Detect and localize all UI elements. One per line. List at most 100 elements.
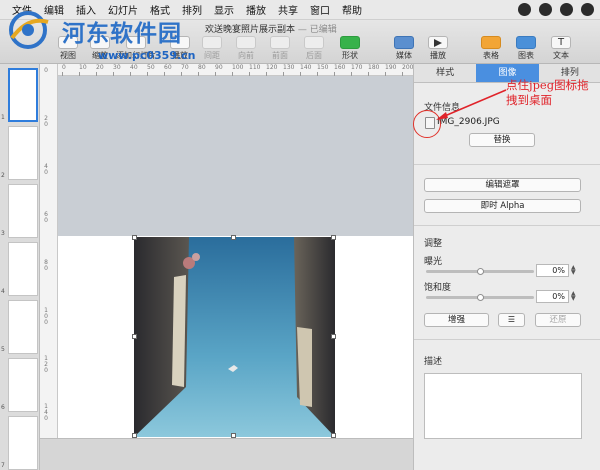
- back-button[interactable]: 后面: [294, 36, 334, 61]
- text-label: 文本: [553, 51, 569, 60]
- text-icon: T: [551, 36, 571, 49]
- ruler-tick-label: 0: [44, 67, 48, 74]
- ruler-tick-label: 140: [300, 64, 312, 76]
- back-icon: [304, 36, 324, 49]
- slide-number-2: 2: [1, 172, 5, 179]
- watermark-title: 河东软件园: [62, 20, 182, 47]
- status-icons: [518, 3, 594, 16]
- chart-button[interactable]: 图表: [506, 36, 546, 61]
- resize-handle-left[interactable]: [132, 334, 137, 339]
- sync-icon[interactable]: [560, 3, 573, 16]
- text-button[interactable]: T 文本: [541, 36, 581, 61]
- ruler-tick-label: 170: [351, 64, 363, 76]
- ruler-tick-label: 130: [283, 64, 295, 76]
- vertical-ruler: 0 2 0 4 0 6 0 8 0 1 0 0 1 2 0 1 4 0: [40, 64, 58, 438]
- chart-label: 图表: [518, 51, 534, 60]
- ruler-tick-label: 180: [368, 64, 380, 76]
- shape-icon: [340, 36, 360, 49]
- menu-share[interactable]: 共享: [272, 2, 304, 17]
- levels-button[interactable]: ☰: [498, 313, 525, 327]
- slide-thumbnail-7[interactable]: [8, 416, 38, 470]
- front-icon: [270, 36, 290, 49]
- menu-help[interactable]: 帮助: [336, 2, 368, 17]
- horizontal-ruler: 0 10 20 30 40 50 60 70 80 90 100 110 120 130 140 150 160…: [58, 64, 413, 76]
- document-title: 欢送晚宴照片展示副本 — 已编辑: [205, 22, 337, 35]
- ruler-tick-label: 60: [164, 64, 172, 76]
- instant-alpha-button[interactable]: 即时 Alpha: [424, 199, 581, 213]
- ruler-tick-label: 200: [402, 64, 414, 76]
- ruler-tick-label: 1 4 0: [44, 403, 48, 422]
- description-field[interactable]: [424, 373, 582, 439]
- watermark-logo-icon: [9, 11, 49, 49]
- ruler-tick-label: 6 0: [44, 211, 48, 224]
- slide-thumbnail-6[interactable]: [8, 358, 38, 412]
- slide-thumbnail-5[interactable]: [8, 300, 38, 354]
- resize-handle-top-left[interactable]: [132, 235, 137, 240]
- edit-mask-button[interactable]: 编辑遮罩: [424, 178, 581, 192]
- back-label: 后面: [306, 51, 322, 60]
- ruler-tick-label: 100: [232, 64, 244, 76]
- selected-photo[interactable]: [134, 237, 335, 437]
- document-name: 欢送晚宴照片展示副本: [205, 25, 296, 35]
- enhance-button[interactable]: 增强: [424, 313, 489, 327]
- wechat-icon[interactable]: [518, 3, 531, 16]
- qq-icon[interactable]: [539, 3, 552, 16]
- ruler-tick-label: 110: [249, 64, 261, 76]
- watermark-url: www.pc0359.cn: [98, 49, 196, 62]
- slide-navigator: 1 2 3 4 5 6 7: [0, 64, 40, 470]
- resize-handle-top-right[interactable]: [331, 235, 336, 240]
- shape-button[interactable]: 形状: [330, 36, 370, 61]
- slide-number-4: 4: [1, 288, 5, 295]
- slide-thumbnail-3[interactable]: [8, 184, 38, 238]
- ruler-tick-label: 90: [215, 64, 223, 76]
- replace-button[interactable]: 替换: [469, 133, 535, 147]
- ruler-tick-label: 1 2 0: [44, 355, 48, 374]
- resize-handle-right[interactable]: [331, 334, 336, 339]
- sliders-icon: ☰: [507, 315, 516, 324]
- exposure-stepper[interactable]: ▲ ▼: [571, 265, 576, 276]
- slide-number-1: 1: [1, 114, 5, 121]
- ruler-tick-label: 8 0: [44, 259, 48, 272]
- menu-view[interactable]: 显示: [208, 2, 240, 17]
- adjust-label: 调整: [424, 239, 443, 249]
- tab-style[interactable]: 样式: [414, 64, 476, 82]
- ruler-tick-label: 190: [385, 64, 397, 76]
- divider: [414, 339, 600, 340]
- slide-number-5: 5: [1, 346, 5, 353]
- exposure-slider-knob[interactable]: [476, 268, 484, 275]
- shape-label: 形状: [342, 51, 358, 60]
- slide-thumbnail-1[interactable]: [8, 68, 38, 122]
- ruler-tick-label: 80: [198, 64, 206, 76]
- reset-button[interactable]: 还原: [535, 313, 581, 327]
- ruler-tick-label: 150: [317, 64, 329, 76]
- ruler-tick-label: 4 0: [44, 163, 48, 176]
- canvas-bottom-bar: [40, 438, 413, 470]
- slide-number-7: 7: [1, 462, 5, 469]
- media-icon: [394, 36, 414, 49]
- table-button[interactable]: 表格: [471, 36, 511, 61]
- slide-number-3: 3: [1, 230, 5, 237]
- ruler-tick-label: 70: [181, 64, 189, 76]
- menu-window[interactable]: 窗口: [304, 2, 336, 17]
- clock-icon[interactable]: [581, 3, 594, 16]
- saturation-value[interactable]: 0%: [536, 290, 569, 303]
- edited-status: — 已编辑: [297, 25, 337, 35]
- saturation-slider-knob[interactable]: [476, 294, 484, 301]
- menu-play[interactable]: 播放: [240, 2, 272, 17]
- slide-thumbnail-4[interactable]: [8, 242, 38, 296]
- divider: [414, 225, 600, 226]
- ruler-tick-label: 1 0 0: [44, 307, 48, 326]
- exposure-value[interactable]: 0%: [536, 264, 569, 277]
- ruler-tick-label: 0: [62, 64, 66, 76]
- saturation-stepper[interactable]: ▲ ▼: [571, 291, 576, 302]
- saturation-label: 饱和度: [424, 283, 452, 293]
- play-button[interactable]: 播放: [418, 36, 458, 61]
- chart-icon: [516, 36, 536, 49]
- description-label: 描述: [424, 357, 443, 367]
- annotation-text: 点住jpeg图标拖拽到桌面: [506, 78, 589, 107]
- slide-thumbnail-2[interactable]: [8, 126, 38, 180]
- ruler-tick-label: 160: [334, 64, 346, 76]
- slide-number-6: 6: [1, 404, 5, 411]
- annotation-arrow-icon: [436, 89, 507, 120]
- resize-handle-top[interactable]: [231, 235, 236, 240]
